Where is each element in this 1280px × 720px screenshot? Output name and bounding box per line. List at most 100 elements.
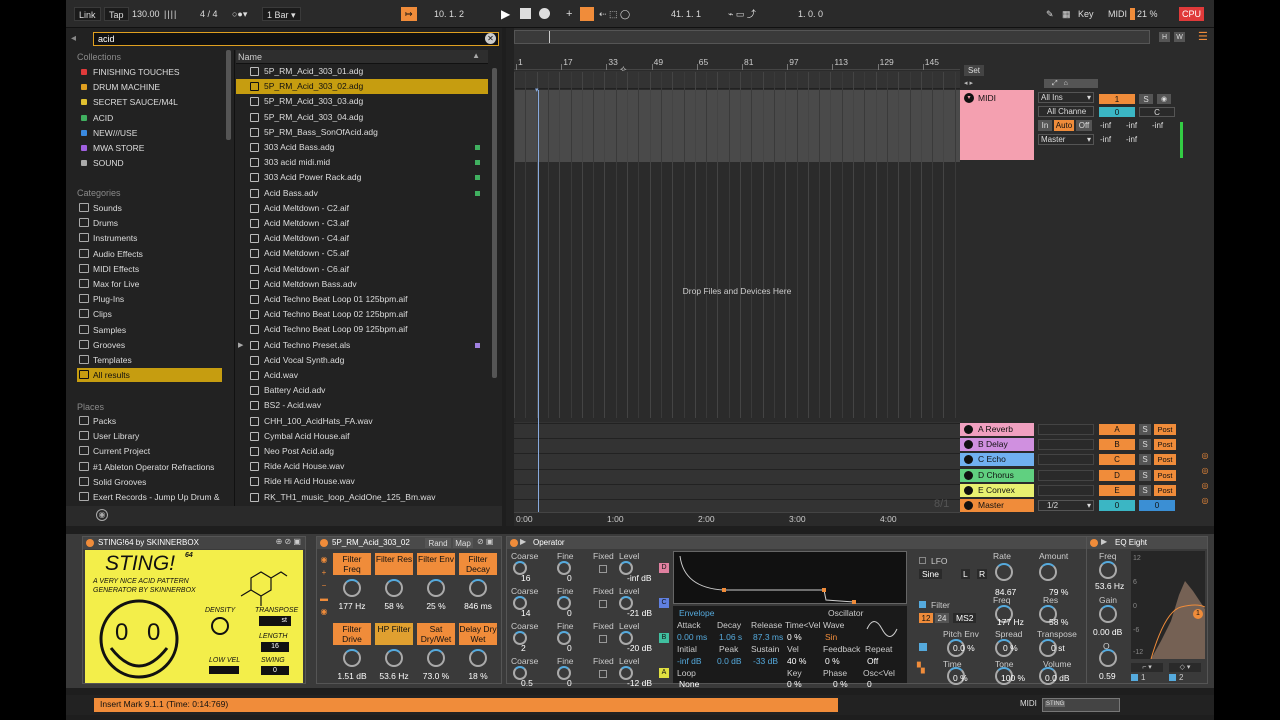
- automation-arm-button[interactable]: [580, 7, 594, 21]
- metronome-icon[interactable]: ○●▾: [232, 7, 247, 21]
- file-row[interactable]: Neo Post Acid.adg: [236, 444, 488, 459]
- return-track-header[interactable]: C Echo: [960, 453, 1034, 467]
- track-activator[interactable]: 1: [1099, 94, 1135, 104]
- output-menu[interactable]: Master ▾: [1038, 134, 1094, 145]
- draw-mode-icon[interactable]: ✎: [1046, 7, 1054, 21]
- return-input-slot[interactable]: [1038, 424, 1094, 435]
- follow-button[interactable]: ↦: [401, 7, 417, 21]
- file-list-scrollbar[interactable]: [492, 68, 497, 378]
- loop-menu[interactable]: None: [679, 679, 699, 689]
- file-row[interactable]: Ride Acid House.wav: [236, 459, 488, 474]
- oscillator-select-button[interactable]: D: [659, 563, 669, 573]
- arm-icon[interactable]: ◉: [1157, 94, 1171, 104]
- macro-label[interactable]: Sat Dry/Wet: [417, 623, 455, 645]
- tempo-field[interactable]: 130.00: [132, 7, 160, 21]
- filter-24-button[interactable]: 24: [935, 613, 949, 623]
- file-row[interactable]: Acid Bass.adv: [236, 186, 488, 201]
- category-item[interactable]: Templates: [77, 353, 222, 367]
- fixed-toggle[interactable]: [599, 565, 607, 573]
- macro-label[interactable]: Delay Dry Wet: [459, 623, 497, 645]
- return-post-button[interactable]: Post: [1154, 469, 1176, 481]
- return-fold-icon[interactable]: [964, 440, 973, 450]
- eq-filter-type-menu[interactable]: ⌐ ▾: [1131, 663, 1163, 672]
- lfo-l-menu[interactable]: L: [961, 569, 970, 579]
- track-options[interactable]: ⤢⌂: [1044, 79, 1098, 88]
- vel-value[interactable]: 40 %: [787, 656, 806, 666]
- hide-button-h[interactable]: H: [1159, 32, 1170, 42]
- tap-button[interactable]: Tap: [104, 7, 129, 21]
- file-row[interactable]: 5P_RM_Acid_303_03.adg: [236, 94, 488, 109]
- peak-value[interactable]: 0.0 dB: [717, 656, 742, 666]
- file-row[interactable]: 303 acid midi.mid: [236, 155, 488, 170]
- file-row[interactable]: Cymbal Acid House.aif: [236, 429, 488, 444]
- master-volume-field[interactable]: 0: [1099, 500, 1135, 511]
- hide-button-w[interactable]: W: [1174, 32, 1185, 42]
- return-fold-icon[interactable]: [964, 485, 973, 495]
- return-toggle-icons[interactable]: ◎ ◎ ◎ ◎: [1200, 448, 1210, 508]
- return-activator[interactable]: C: [1099, 454, 1135, 466]
- monitor-off-button[interactable]: Off: [1076, 120, 1092, 131]
- macro-label[interactable]: HP Filter: [375, 623, 413, 645]
- return-solo-button[interactable]: S: [1139, 424, 1151, 435]
- search-input[interactable]: acid: [93, 32, 499, 46]
- collection-item[interactable]: DRUM MACHINE: [77, 80, 222, 94]
- density-knob[interactable]: [211, 617, 229, 635]
- return-post-button[interactable]: Post: [1154, 484, 1176, 496]
- loop-length-field[interactable]: 1. 0. 0: [798, 7, 823, 21]
- return-track-header[interactable]: B Delay: [960, 438, 1034, 452]
- nudge-icon[interactable]: ||||: [164, 7, 177, 21]
- oscvel-value[interactable]: 0: [867, 679, 872, 689]
- return-solo-button[interactable]: S: [1139, 454, 1151, 466]
- midi-channel-menu[interactable]: All Channe: [1038, 106, 1094, 117]
- category-item[interactable]: MIDI Effects: [77, 262, 222, 276]
- file-row[interactable]: ▶ Acid Techno Preset.als: [236, 338, 488, 353]
- eq-freq-knob[interactable]: [1099, 561, 1117, 579]
- macro-knob[interactable]: [385, 579, 403, 597]
- feedback-value[interactable]: 0 %: [825, 656, 840, 666]
- macro-knob[interactable]: [427, 579, 445, 597]
- time-signature-field[interactable]: 4 / 4: [200, 7, 218, 21]
- stop-button[interactable]: [520, 8, 531, 19]
- return-fold-icon[interactable]: [964, 470, 973, 480]
- sort-icon[interactable]: ▲: [472, 51, 480, 60]
- rack-header-icons[interactable]: ⊘ ▣: [477, 537, 493, 546]
- key-map-button[interactable]: Key: [1078, 7, 1094, 21]
- track-name[interactable]: MIDI: [978, 93, 996, 103]
- file-row[interactable]: 5P_RM_Acid_303_01.adg: [236, 64, 488, 79]
- file-row[interactable]: RK_TH1_music_loop_AcidOne_125_Bm.wav: [236, 490, 488, 505]
- macro-label[interactable]: Filter Drive: [333, 623, 371, 645]
- master-name[interactable]: Master: [978, 500, 1004, 510]
- master-out-menu[interactable]: 1/2 ▾: [1038, 500, 1094, 511]
- lfo-toggle[interactable]: [919, 557, 926, 564]
- collection-item[interactable]: MWA STORE: [77, 141, 222, 155]
- category-item[interactable]: Clips: [77, 307, 222, 321]
- oscillator-select-button[interactable]: B: [659, 633, 669, 643]
- rate-knob[interactable]: [995, 563, 1013, 581]
- category-item[interactable]: All results: [77, 368, 222, 383]
- file-row[interactable]: Acid Meltdown Bass.adv: [236, 277, 488, 292]
- record-button[interactable]: [539, 8, 550, 19]
- return-post-button[interactable]: Post: [1154, 454, 1176, 466]
- envelope-display[interactable]: [673, 551, 907, 604]
- macro-knob[interactable]: [343, 579, 361, 597]
- file-row[interactable]: Acid.wav: [236, 368, 488, 383]
- swing-field[interactable]: 0: [261, 666, 289, 675]
- return-fold-icon[interactable]: [964, 425, 973, 434]
- file-row[interactable]: 5P_RM_Acid_303_04.adg: [236, 110, 488, 125]
- return-fold-icon[interactable]: [964, 455, 973, 465]
- phase-value[interactable]: 0 %: [833, 679, 848, 689]
- place-item[interactable]: Packs: [77, 414, 222, 428]
- pan-field[interactable]: C: [1139, 107, 1175, 117]
- monitor-auto-button[interactable]: Auto: [1054, 120, 1074, 131]
- file-row[interactable]: 303 Acid Bass.adg: [236, 140, 488, 155]
- name-column-header[interactable]: Name ▲: [236, 50, 488, 64]
- macro-label[interactable]: Filter Env: [417, 553, 455, 575]
- lfo-wave-menu[interactable]: Sine: [919, 569, 943, 579]
- place-item[interactable]: Exert Records - Jump Up Drum &: [77, 490, 222, 504]
- macro-knob[interactable]: [469, 579, 487, 597]
- place-item[interactable]: Solid Grooves: [77, 475, 222, 489]
- loop-start-field[interactable]: 41. 1. 1: [671, 7, 701, 21]
- return-input-slot[interactable]: [1038, 454, 1094, 466]
- master-fold-icon[interactable]: [964, 501, 973, 510]
- macro-label[interactable]: Filter Decay: [459, 553, 497, 575]
